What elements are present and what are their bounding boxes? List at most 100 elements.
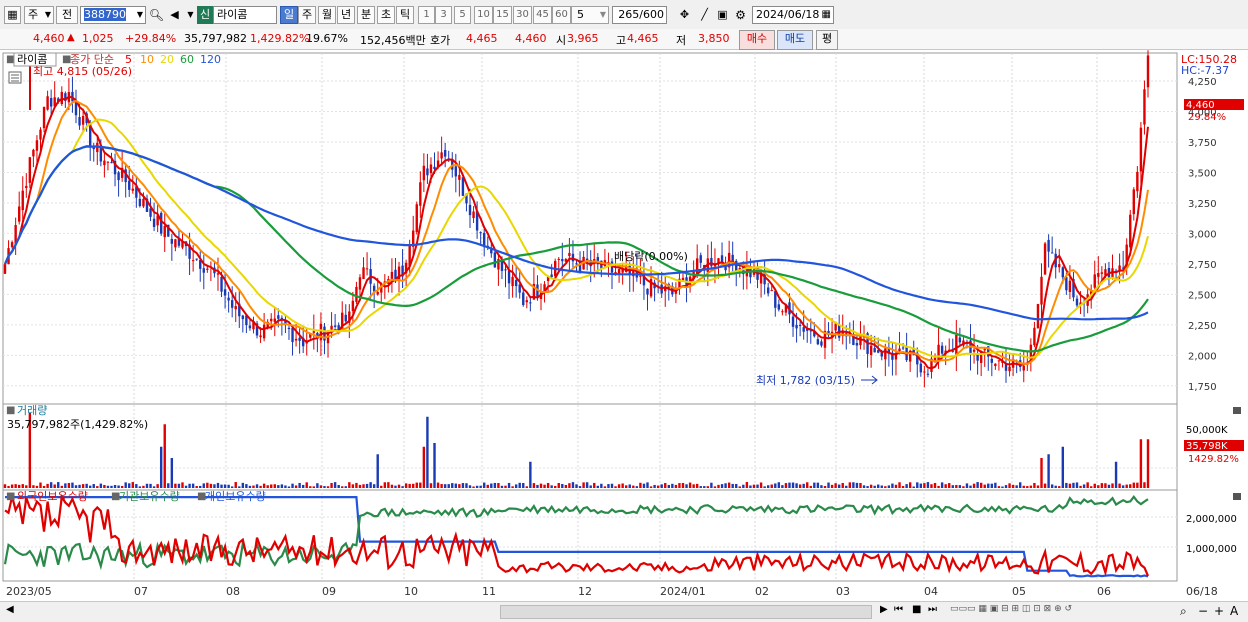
crosshair-icon[interactable]: ✥ bbox=[676, 6, 693, 24]
stock-name-field[interactable]: 라이콤 bbox=[213, 6, 277, 24]
sell-button[interactable]: 매도 bbox=[777, 30, 813, 50]
volume-bar bbox=[575, 484, 578, 488]
volume-bar bbox=[681, 482, 685, 488]
bars-field[interactable]: 265/600 bbox=[612, 6, 667, 24]
last-icon[interactable]: ⏭ bbox=[928, 604, 937, 615]
volume-bar bbox=[873, 485, 876, 488]
code-input[interactable]: 388790 ▼ bbox=[80, 6, 146, 24]
volume-bar bbox=[103, 484, 106, 488]
volume-panel-close-icon[interactable] bbox=[1233, 407, 1241, 414]
interval-10-button[interactable]: 10 bbox=[474, 6, 493, 24]
volume-bar bbox=[546, 482, 550, 488]
holdings-panel-close-icon[interactable] bbox=[1233, 493, 1241, 500]
volume-tick: 50,000K bbox=[1186, 425, 1228, 436]
text-icon[interactable]: A bbox=[1230, 604, 1238, 618]
interval-15-button[interactable]: 15 bbox=[493, 6, 512, 24]
candle-body bbox=[10, 242, 14, 248]
average-button[interactable]: 평 bbox=[816, 30, 838, 50]
layout-icons[interactable]: ▭▭▭ ▦ ▣ ⊟ ⊞ ◫ ⊡ ⊠ ⊕ ↺ bbox=[950, 604, 1072, 614]
scroll-right-icon[interactable]: ▶ bbox=[880, 604, 888, 615]
volume-bar bbox=[582, 482, 585, 488]
candle-body bbox=[277, 315, 280, 319]
volume-bar bbox=[57, 482, 60, 488]
candle-body bbox=[1100, 272, 1104, 274]
volume-bar bbox=[1026, 486, 1029, 488]
volume-bar bbox=[692, 484, 695, 488]
period-4-button[interactable]: 분 bbox=[357, 6, 375, 24]
period-0-button[interactable]: 일 bbox=[280, 6, 298, 24]
interval-1-button[interactable]: 1 bbox=[418, 6, 435, 24]
gear-icon[interactable]: ⚙ bbox=[732, 6, 749, 24]
volume-bar bbox=[110, 485, 113, 488]
volume-bar bbox=[252, 485, 255, 488]
volume-bar bbox=[241, 482, 245, 488]
period-3-button[interactable]: 년 bbox=[337, 6, 355, 24]
volume-panel[interactable] bbox=[2, 403, 1178, 491]
volume-bar bbox=[841, 482, 844, 488]
holdings-tick-2m: 2,000,000 bbox=[1186, 514, 1237, 525]
kind-select[interactable]: 주 ▼ bbox=[24, 6, 54, 24]
volume-bar bbox=[1061, 446, 1065, 488]
zoom-icon[interactable]: ⌕ bbox=[1180, 604, 1187, 619]
candle-body bbox=[568, 252, 571, 256]
candle-body bbox=[25, 185, 28, 189]
volume-bar bbox=[309, 486, 312, 488]
volume-bar bbox=[344, 486, 347, 488]
volume-bar bbox=[341, 486, 344, 488]
search-icon[interactable]: 🔍︎ bbox=[148, 6, 165, 24]
interval-45-button[interactable]: 45 bbox=[533, 6, 552, 24]
candle-body bbox=[422, 165, 426, 181]
volume-bar bbox=[688, 482, 692, 488]
volume-bar bbox=[784, 483, 788, 488]
interval-60-button[interactable]: 60 bbox=[552, 6, 571, 24]
scroll-left-icon[interactable]: ◀ bbox=[6, 604, 14, 615]
candle-body bbox=[358, 277, 362, 290]
draw-line-icon[interactable]: ╱ bbox=[696, 6, 713, 24]
candle-body bbox=[362, 267, 365, 279]
period-1-button[interactable]: 주 bbox=[298, 6, 316, 24]
volume-bar bbox=[461, 483, 465, 488]
scroll-thumb[interactable] bbox=[500, 605, 872, 619]
speaker-icon[interactable]: ◀ bbox=[166, 6, 183, 24]
first-icon[interactable]: ⏮ bbox=[894, 604, 903, 615]
volume-bar bbox=[930, 484, 933, 488]
volume-bar bbox=[500, 485, 504, 488]
stop-icon[interactable]: ■ bbox=[912, 604, 921, 615]
volume-bar bbox=[120, 485, 124, 488]
date-field[interactable]: 2024/06/18 ▦ bbox=[752, 6, 834, 24]
volume-bar bbox=[319, 485, 323, 488]
interval-5-button[interactable]: 5 bbox=[454, 6, 471, 24]
stock-chart[interactable]: ■ 라이콤 ■ 종가 단순 5 10 20 60 120 최고 4,815 (0… bbox=[0, 50, 1248, 601]
zoom-in-icon[interactable]: + bbox=[1214, 604, 1224, 618]
layout-icon[interactable]: ▦ bbox=[4, 6, 21, 24]
volume-bar bbox=[64, 483, 67, 488]
volume-bar bbox=[1114, 461, 1118, 488]
volume-bar bbox=[543, 484, 546, 488]
interval-3-button[interactable]: 3 bbox=[435, 6, 452, 24]
bottom-scrollbar[interactable]: ◀ ▶ ⏮ ■ ⏭ ▭▭▭ ▦ ▣ ⊟ ⊞ ◫ ⊡ ⊠ ⊕ ↺ ⌕ − + A bbox=[0, 601, 1248, 622]
volume-bar bbox=[493, 482, 497, 488]
candle-body bbox=[440, 152, 443, 159]
volume-bar bbox=[862, 485, 866, 488]
candle-body bbox=[351, 300, 355, 312]
prev-button[interactable]: 전 bbox=[56, 6, 78, 24]
buy-button[interactable]: 매수 bbox=[739, 30, 775, 50]
volume-bar bbox=[1100, 483, 1104, 488]
price-tick-label: 3,250 bbox=[1188, 199, 1217, 210]
volume-bar bbox=[554, 485, 557, 488]
count-select[interactable]: 5 ▼ bbox=[571, 6, 609, 24]
volume-bar bbox=[81, 484, 85, 488]
volume-bar bbox=[632, 485, 635, 488]
period-2-button[interactable]: 월 bbox=[318, 6, 336, 24]
volume-bar bbox=[525, 486, 529, 488]
volume-bar bbox=[983, 484, 986, 488]
period-5-button[interactable]: 초 bbox=[377, 6, 395, 24]
volume-bar bbox=[845, 485, 848, 488]
zoom-out-icon[interactable]: − bbox=[1198, 604, 1208, 618]
period-6-button[interactable]: 틱 bbox=[396, 6, 414, 24]
interval-30-button[interactable]: 30 bbox=[513, 6, 532, 24]
save-icon[interactable]: ▣ bbox=[714, 6, 731, 24]
candle-body bbox=[820, 341, 823, 346]
candle-body bbox=[170, 238, 174, 244]
x-axis-label: 08 bbox=[226, 585, 240, 598]
